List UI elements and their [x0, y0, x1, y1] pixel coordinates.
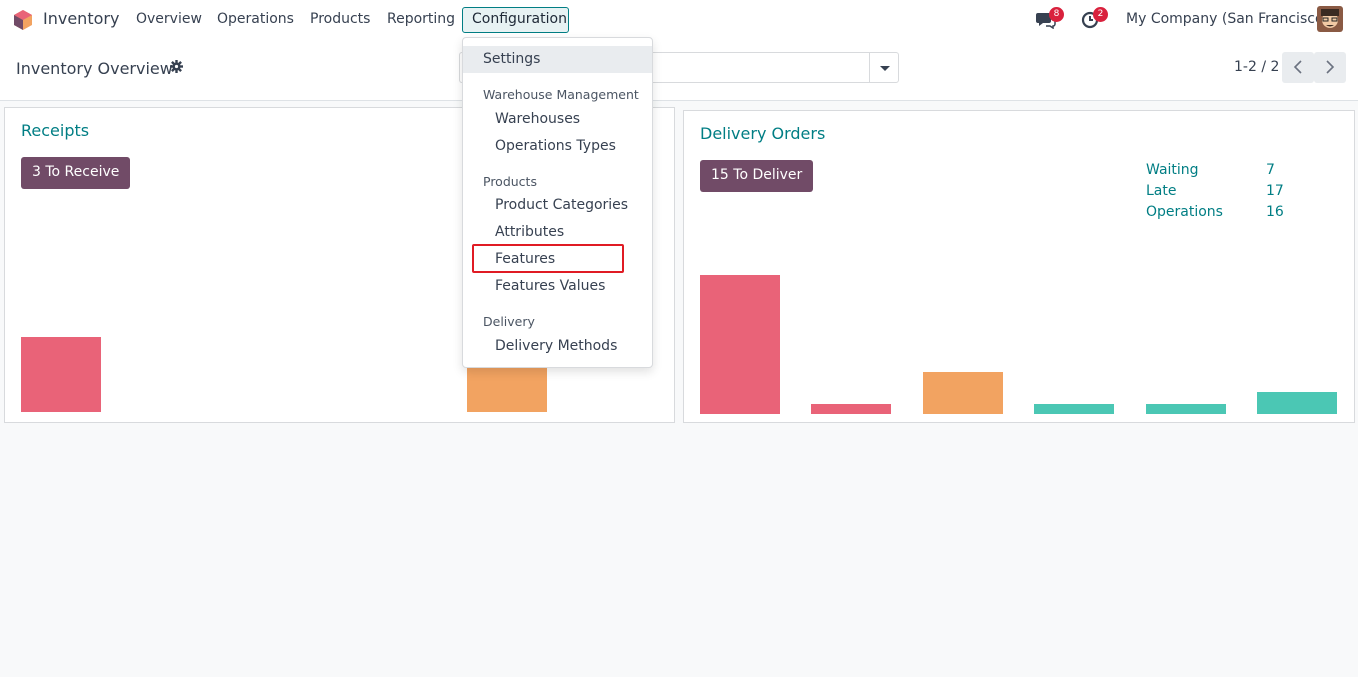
dropdown-header-delivery: Delivery	[483, 314, 535, 329]
configuration-dropdown: Settings Warehouse Management Warehouses…	[462, 37, 653, 368]
control-panel: Inventory Overview 1-2 / 2	[0, 40, 1358, 101]
stat-waiting-label[interactable]: Waiting	[1146, 162, 1199, 178]
pager-value[interactable]: 1-2 / 2	[1234, 59, 1279, 75]
receipts-chart[interactable]	[21, 243, 547, 412]
caret-down-icon	[880, 66, 890, 71]
dropdown-item-settings[interactable]: Settings	[463, 46, 652, 73]
dropdown-item-product-categories[interactable]: Product Categories	[463, 192, 652, 219]
features-highlight-box	[472, 244, 624, 273]
gear-icon[interactable]	[170, 60, 183, 73]
chevron-right-icon	[1326, 60, 1335, 74]
delivery-orders-title[interactable]: Delivery Orders	[700, 124, 825, 143]
menu-overview[interactable]: Overview	[136, 11, 202, 27]
dropdown-item-features-values[interactable]: Features Values	[463, 273, 652, 300]
chart-bar[interactable]	[1034, 404, 1115, 414]
delivery-orders-card: Delivery Orders 15 To Deliver Waiting 7 …	[683, 110, 1355, 423]
page-title: Inventory Overview	[16, 59, 173, 78]
stat-late-value[interactable]: 17	[1266, 183, 1284, 199]
chevron-left-icon	[1293, 60, 1302, 74]
dropdown-header-products: Products	[483, 174, 537, 189]
dropdown-item-delivery-methods[interactable]: Delivery Methods	[463, 333, 652, 360]
stat-operations-label[interactable]: Operations	[1146, 204, 1223, 220]
chart-bar[interactable]	[700, 275, 780, 414]
dropdown-header-warehouse: Warehouse Management	[483, 87, 639, 102]
pager-next-button[interactable]	[1314, 52, 1346, 83]
top-navbar: Inventory Overview Operations Products R…	[0, 0, 1358, 40]
receipts-title[interactable]: Receipts	[21, 121, 89, 140]
chart-bar[interactable]	[811, 404, 892, 414]
messages-badge: 8	[1049, 7, 1064, 22]
stat-late-label[interactable]: Late	[1146, 183, 1176, 199]
pager-previous-button[interactable]	[1282, 52, 1314, 83]
delivery-chart[interactable]	[700, 249, 1340, 414]
search-options-toggle[interactable]	[869, 52, 899, 83]
inventory-app-icon[interactable]	[12, 9, 34, 31]
chart-bar[interactable]	[922, 372, 1003, 414]
menu-products[interactable]: Products	[310, 11, 370, 27]
to-deliver-button[interactable]: 15 To Deliver	[700, 160, 814, 192]
menu-reporting[interactable]: Reporting	[387, 11, 455, 27]
stat-operations-value[interactable]: 16	[1266, 204, 1284, 220]
chart-bar[interactable]	[1257, 392, 1337, 414]
company-switcher[interactable]: My Company (San Francisco)	[1126, 11, 1329, 27]
dropdown-item-operations-types[interactable]: Operations Types	[463, 133, 652, 160]
app-name[interactable]: Inventory	[43, 9, 119, 28]
stat-waiting-value[interactable]: 7	[1266, 162, 1275, 178]
dropdown-item-attributes[interactable]: Attributes	[463, 219, 652, 246]
dropdown-item-warehouses[interactable]: Warehouses	[463, 106, 652, 133]
to-receive-button[interactable]: 3 To Receive	[21, 157, 131, 189]
user-avatar[interactable]	[1317, 6, 1343, 32]
chart-bar[interactable]	[1145, 404, 1226, 414]
menu-configuration[interactable]: Configuration	[462, 7, 569, 33]
chart-bar[interactable]	[21, 337, 101, 412]
activities-badge: 2	[1093, 7, 1108, 22]
menu-operations[interactable]: Operations	[217, 11, 294, 27]
